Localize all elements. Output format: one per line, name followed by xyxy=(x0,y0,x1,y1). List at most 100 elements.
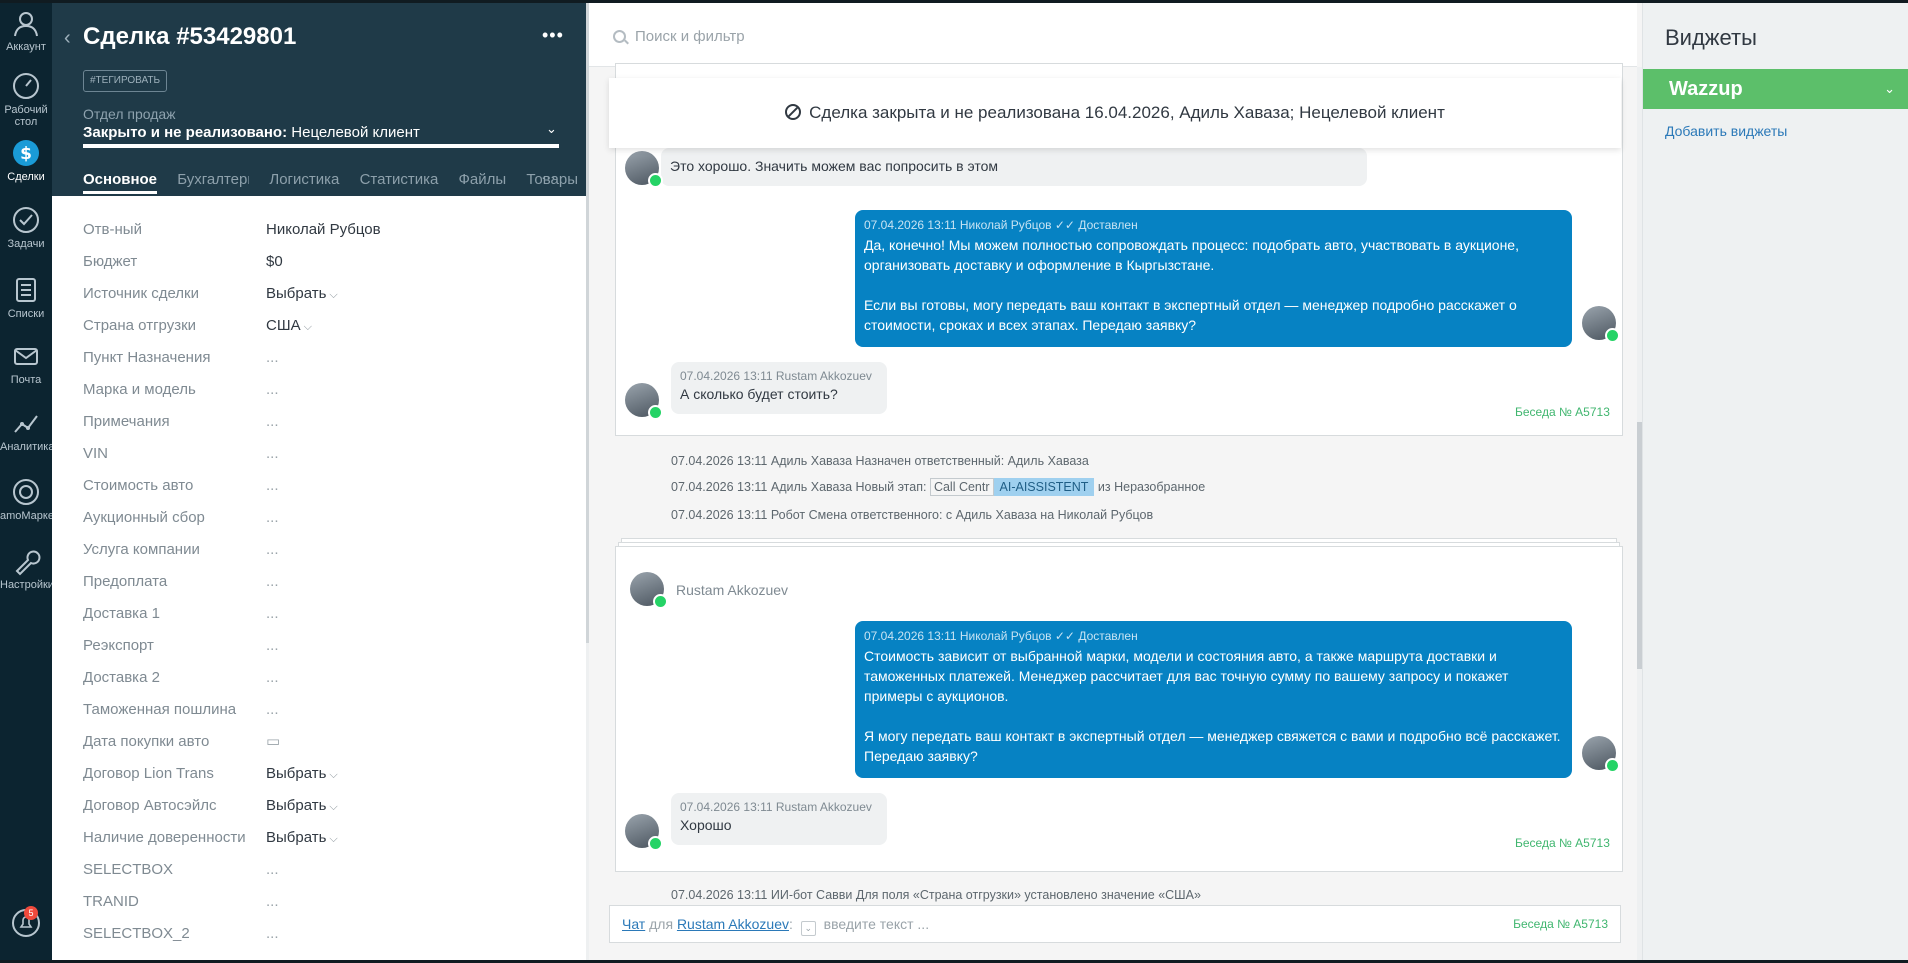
field-row: SELECTBOX... xyxy=(83,853,563,885)
nav-deals[interactable]: $ Сделки xyxy=(0,138,52,183)
field-value[interactable]: ... xyxy=(266,573,279,590)
conversation-link[interactable]: Беседа № A5713 xyxy=(1513,906,1608,942)
system-event: 07.04.2026 13:11 ИИ-бот Савви Для поля «… xyxy=(671,888,1201,902)
search-bar[interactable]: Поиск и фильтр xyxy=(589,3,1637,67)
field-value[interactable]: ... xyxy=(266,669,279,686)
message-outgoing: 07.04.2026 13:11 Николай Рубцов ✓✓ Доста… xyxy=(855,210,1572,347)
field-label: SELECTBOX xyxy=(83,860,174,878)
more-options-icon[interactable]: ••• xyxy=(542,25,564,46)
field-select[interactable]: Выбрать ⌵ xyxy=(266,285,338,302)
whatsapp-icon xyxy=(648,836,663,851)
field-label: Таможенная пошлина xyxy=(83,700,237,718)
field-value[interactable]: ... xyxy=(266,541,279,558)
chevron-down-icon[interactable]: ⌄ xyxy=(546,121,557,137)
field-value[interactable]: ... xyxy=(266,413,279,430)
field-value[interactable]: ... xyxy=(266,445,279,462)
chevron-down-icon[interactable]: ⌄ xyxy=(800,921,816,936)
nav-label: amoМаркет xyxy=(0,510,59,522)
field-value[interactable]: ... xyxy=(266,381,279,398)
field-value-text: ... xyxy=(266,508,279,526)
chat-type-link[interactable]: Чат xyxy=(622,916,645,932)
field-label: Бюджет xyxy=(83,252,138,270)
wrench-icon xyxy=(15,550,41,576)
nav-tasks[interactable]: Задачи xyxy=(0,205,52,250)
field-row: Аукционный сбор... xyxy=(83,501,563,533)
tab-statistics[interactable]: Статистика xyxy=(360,169,439,191)
field-row: Договор Lion Trans Выбрать ⌵ xyxy=(83,757,563,789)
composer-input[interactable]: введите текст ... xyxy=(824,916,929,932)
field-row: Бюджет $0 xyxy=(83,245,563,277)
activity-feed: Поиск и фильтр Сделка закрыта и не реали… xyxy=(589,3,1642,960)
field-value-text: ... xyxy=(266,476,279,494)
tabs-more-icon[interactable]: ··· xyxy=(541,169,556,186)
field-select[interactable]: США ⌵ xyxy=(266,317,312,334)
back-icon[interactable]: ‹ xyxy=(64,27,71,50)
nav-account[interactable]: Аккаунт xyxy=(0,8,52,53)
nav-label: Аккаунт xyxy=(6,41,46,53)
whatsapp-icon xyxy=(653,594,668,609)
nav-analytics[interactable]: Аналитика xyxy=(0,408,54,453)
field-value-text: ... xyxy=(266,380,279,398)
add-widgets-link[interactable]: Добавить виджеты xyxy=(1665,123,1787,139)
nav-market[interactable]: amoМаркет xyxy=(0,477,59,522)
field-row: Отв-ный Николай Рубцов xyxy=(83,213,563,245)
nav-notifications[interactable]: 5 xyxy=(0,906,52,941)
field-value[interactable]: ... xyxy=(266,893,279,910)
dollar-icon: $ xyxy=(13,140,39,166)
field-value[interactable]: ▭ xyxy=(266,732,280,750)
field-row: Стоимость авто... xyxy=(83,469,563,501)
field-label: Договор Автосэйлс xyxy=(83,796,217,814)
field-label: Реэкспорт xyxy=(83,636,154,654)
field-select[interactable]: Выбрать ⌵ xyxy=(266,829,338,846)
field-value[interactable]: Николай Рубцов xyxy=(266,221,381,238)
check-circle-icon xyxy=(13,207,39,233)
field-value[interactable]: ... xyxy=(266,477,279,494)
message-outgoing: 07.04.2026 13:11 Николай Рубцов ✓✓ Доста… xyxy=(855,621,1572,778)
message-text: Да, конечно! Мы можем полностью сопровож… xyxy=(864,237,1519,273)
nav-lists[interactable]: Списки xyxy=(0,275,52,320)
tab-main[interactable]: Основное xyxy=(83,169,158,194)
status-select[interactable]: Закрыто и не реализовано: Нецелевой клие… xyxy=(83,124,420,141)
sender-name[interactable]: Rustam Akkozuev xyxy=(676,582,788,598)
field-value[interactable]: ... xyxy=(266,861,279,878)
field-label: TRANID xyxy=(83,892,139,910)
conversation-link[interactable]: Беседа № A5713 xyxy=(1515,405,1610,419)
message-incoming: Это хорошо. Значить можем вас попросить … xyxy=(661,148,1367,186)
chart-icon xyxy=(14,415,38,433)
search-input[interactable]: Поиск и фильтр xyxy=(635,28,745,45)
field-label: VIN xyxy=(83,444,109,462)
recipient-link[interactable]: Rustam Akkozuev xyxy=(677,916,789,932)
nav-label: Настройки xyxy=(0,579,54,591)
tag-button[interactable]: #ТЕГИРОВАТЬ xyxy=(83,70,168,92)
message-incoming: 07.04.2026 13:11 Rustam Akkozuev Хорошо xyxy=(671,793,887,845)
field-select[interactable]: Выбрать ⌵ xyxy=(266,797,338,814)
message-composer[interactable]: Чат для Rustam Akkozuev: ⌄ введите текст… xyxy=(609,905,1621,943)
chevron-down-icon[interactable]: ⌄ xyxy=(1884,69,1895,109)
list-icon xyxy=(16,278,36,302)
field-value-text: ... xyxy=(266,444,279,462)
field-value-text: ... xyxy=(266,860,279,878)
tab-logistics[interactable]: Логистика xyxy=(269,169,339,191)
field-value[interactable]: ... xyxy=(266,349,279,366)
field-value-text: ... xyxy=(266,572,279,590)
field-value-text: $0 xyxy=(266,252,283,270)
nav-settings[interactable]: Настройки xyxy=(0,546,54,591)
nav-dashboard[interactable]: Рабочий стол xyxy=(0,71,52,128)
field-select[interactable]: Выбрать ⌵ xyxy=(266,765,338,782)
tab-files[interactable]: Файлы xyxy=(459,169,507,191)
tab-accounting[interactable]: Бухгалтерия xyxy=(177,169,249,191)
field-value[interactable]: $0 xyxy=(266,253,283,270)
field-value[interactable]: ... xyxy=(266,637,279,654)
field-value[interactable]: ... xyxy=(266,605,279,622)
field-value[interactable]: ... xyxy=(266,509,279,526)
whatsapp-icon xyxy=(1605,758,1620,773)
field-label: Марка и модель xyxy=(83,380,196,398)
nav-mail[interactable]: Почта xyxy=(0,341,52,386)
field-value[interactable]: ... xyxy=(266,925,279,942)
avatar xyxy=(1582,306,1620,343)
field-value-text: ▭ xyxy=(266,733,281,750)
conversation-link[interactable]: Беседа № A5713 xyxy=(1515,836,1610,850)
wazzup-widget[interactable]: Wazzup ⌄ xyxy=(1643,69,1908,109)
field-row: Доставка 2... xyxy=(83,661,563,693)
field-value[interactable]: ... xyxy=(266,701,279,718)
